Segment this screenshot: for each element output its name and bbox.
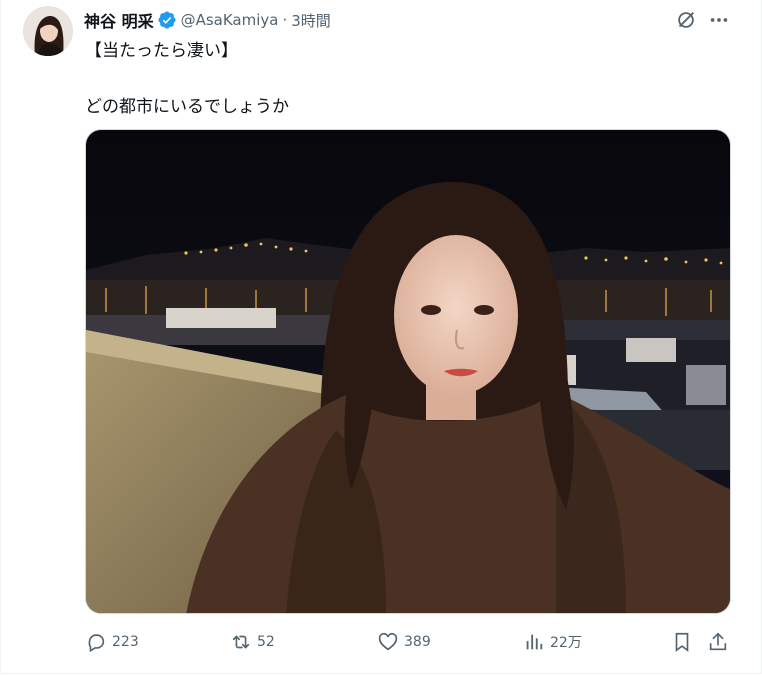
view-count: 22万 xyxy=(550,635,582,651)
timestamp[interactable]: 3時間 xyxy=(291,10,331,31)
like-icon xyxy=(378,632,398,651)
reply-icon xyxy=(88,634,105,653)
tweet-text-line-1: 【当たったら凄い】 xyxy=(85,41,238,61)
share-button[interactable] xyxy=(707,628,734,656)
repost-count: 52 xyxy=(257,634,275,650)
avatar[interactable] xyxy=(23,6,73,56)
handle[interactable]: @AsaKamiya xyxy=(181,11,279,29)
verified-badge-icon xyxy=(158,11,176,29)
action-bar: 223 52 389 22万 xyxy=(85,628,731,656)
views-button[interactable]: 22万 xyxy=(523,628,582,656)
repost-icon xyxy=(232,635,250,649)
tweet-header: 神谷 明采 @AsaKamiya · 3時間 xyxy=(84,8,331,32)
bookmark-button[interactable] xyxy=(671,628,698,656)
tweet-text-line-2: どの都市にいるでしょうか xyxy=(85,97,289,117)
share-icon xyxy=(709,632,727,651)
views-icon xyxy=(526,634,543,650)
grok-icon[interactable] xyxy=(674,8,698,32)
separator-dot: · xyxy=(282,11,288,29)
tweet-photo[interactable] xyxy=(85,129,731,614)
more-icon[interactable] xyxy=(707,8,731,32)
reply-button[interactable]: 223 xyxy=(85,628,139,656)
repost-button[interactable]: 52 xyxy=(230,628,275,656)
like-button[interactable]: 389 xyxy=(377,628,431,656)
tweet-card[interactable]: 神谷 明采 @AsaKamiya · 3時間 【当たったら凄い】 どの都市にいる… xyxy=(0,0,762,674)
bookmark-icon xyxy=(675,632,689,652)
reply-count: 223 xyxy=(112,634,139,650)
like-count: 389 xyxy=(404,634,431,650)
display-name[interactable]: 神谷 明采 xyxy=(84,8,154,32)
